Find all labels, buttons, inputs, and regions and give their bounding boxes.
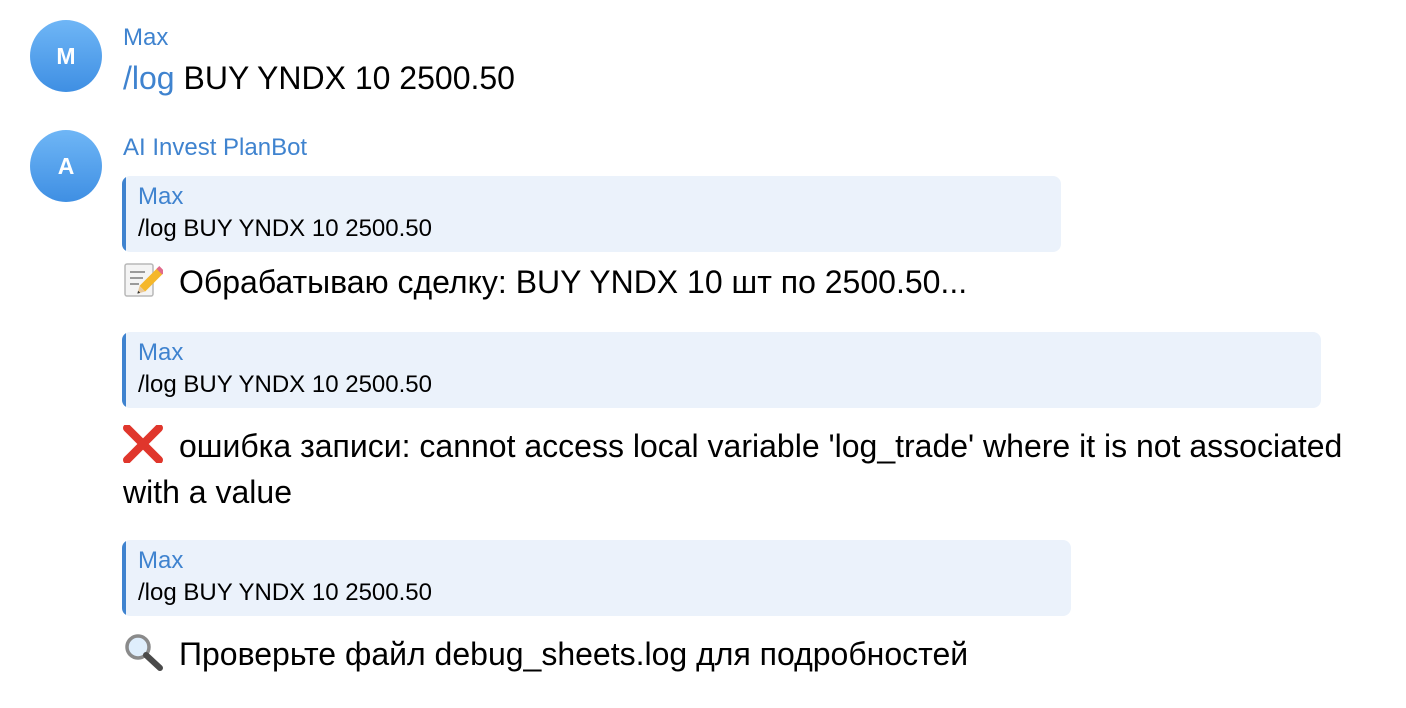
reply-quote[interactable]: Max /log BUY YNDX 10 2500.50 (122, 540, 1071, 616)
bot-message-group: A AI Invest PlanBot Max /log BUY YNDX 10… (0, 0, 1406, 708)
message-body: ошибка записи: cannot access local varia… (123, 428, 1343, 510)
quote-sender: Max (138, 547, 184, 574)
quote-sender: Max (138, 339, 184, 366)
bot-message-text: ошибка записи: cannot access local varia… (123, 423, 1353, 515)
bot-message-text: Проверьте файл debug_sheets.log для подр… (123, 631, 968, 677)
avatar-letter: A (57, 152, 75, 179)
quote-text: /log BUY YNDX 10 2500.50 (138, 215, 432, 242)
bot-message-text: Обрабатываю сделку: BUY YNDX 10 шт по 25… (123, 259, 967, 305)
magnifier-icon (123, 633, 163, 671)
message-body: Проверьте файл debug_sheets.log для подр… (179, 636, 969, 672)
reply-quote[interactable]: Max /log BUY YNDX 10 2500.50 (122, 176, 1061, 252)
quote-bar (122, 540, 126, 616)
sender-name[interactable]: AI Invest PlanBot (123, 133, 307, 163)
cross-mark-icon (123, 425, 163, 463)
quote-bar (122, 332, 126, 408)
quote-text: /log BUY YNDX 10 2500.50 (138, 371, 432, 398)
quote-text: /log BUY YNDX 10 2500.50 (138, 579, 432, 606)
message-body: Обрабатываю сделку: BUY YNDX 10 шт по 25… (179, 264, 968, 300)
reply-quote[interactable]: Max /log BUY YNDX 10 2500.50 (122, 332, 1321, 408)
quote-bar (122, 176, 126, 252)
chat-view: M Max /log BUY YNDX 10 2500.50 A AI Inve… (0, 0, 1406, 708)
memo-icon (123, 261, 163, 299)
avatar-bot[interactable]: A (30, 130, 102, 202)
quote-sender: Max (138, 183, 184, 210)
